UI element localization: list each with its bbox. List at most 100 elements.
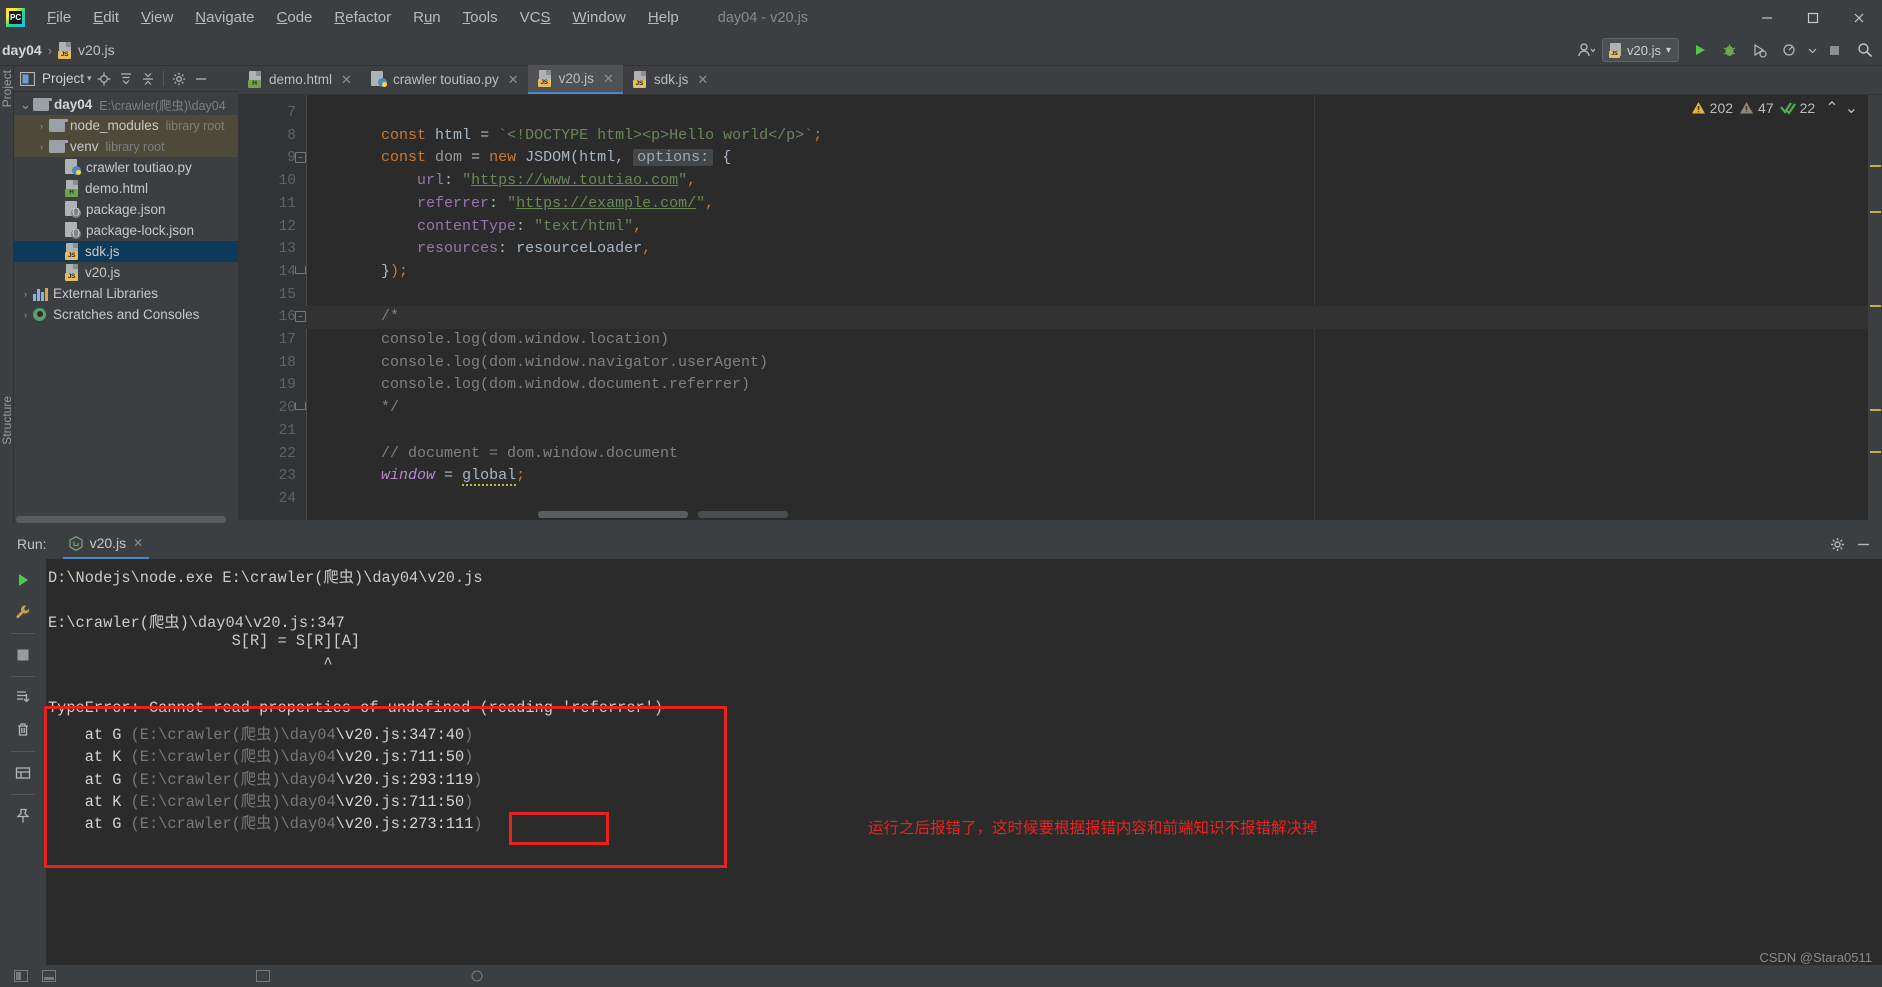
menu-item-tools[interactable]: Tools xyxy=(452,6,509,29)
code-row[interactable] xyxy=(306,397,1882,420)
menu-item-file[interactable]: FFileile xyxy=(36,6,82,29)
code-line-text[interactable]: window = global; xyxy=(381,465,525,488)
code-row[interactable] xyxy=(306,465,1882,488)
code-line-text[interactable]: */ xyxy=(381,397,399,420)
console-line[interactable]: at G (E:\crawler(爬虫)\day04\v20.js:273:11… xyxy=(48,811,483,833)
console-line[interactable]: at K (E:\crawler(爬虫)\day04\v20.js:711:50… xyxy=(48,744,474,766)
code-row[interactable] xyxy=(306,488,1882,511)
maximize-button[interactable] xyxy=(1790,0,1836,35)
code-lines[interactable]: const html = `<!DOCTYPE html><p>Hello wo… xyxy=(306,95,1882,520)
code-fold-icon[interactable] xyxy=(295,402,306,411)
debug-button[interactable] xyxy=(1716,39,1743,62)
disclosure-arrow-icon[interactable]: › xyxy=(18,310,33,320)
console-line[interactable]: ^ xyxy=(48,655,332,673)
code-fold-icon[interactable]: − xyxy=(295,152,306,164)
disclosure-arrow-icon[interactable]: ⌄ xyxy=(18,97,33,113)
console-line[interactable]: at G (E:\crawler(爬虫)\day04\v20.js:347:40… xyxy=(48,722,474,744)
project-chevron-icon[interactable]: ▾ xyxy=(87,73,92,84)
close-icon[interactable]: ✕ xyxy=(603,71,614,87)
project-tree[interactable]: ⌄ day04 E:\crawler(爬虫)\day04 › node_modules l… xyxy=(14,92,238,520)
editor-tab-demo-html[interactable]: Hdemo.html ✕ xyxy=(238,65,361,94)
console-line[interactable]: at K (E:\crawler(爬虫)\day04\v20.js:711:50… xyxy=(48,789,474,811)
profile-dropdown-icon[interactable] xyxy=(1806,39,1818,62)
menu-item-view[interactable]: View xyxy=(130,6,184,29)
disclosure-arrow-icon[interactable]: › xyxy=(34,142,49,152)
status-icon-3[interactable] xyxy=(256,970,270,982)
pin-icon[interactable] xyxy=(8,801,38,831)
layout-icon[interactable] xyxy=(8,758,38,788)
tree-item-external-libraries[interactable]: › External Libraries xyxy=(14,283,238,304)
close-icon[interactable]: ✕ xyxy=(341,72,352,88)
menu-bar[interactable]: FFileile Edit View Navigate Code Refacto… xyxy=(36,6,690,29)
code-row[interactable] xyxy=(306,284,1882,307)
collapse-all-icon[interactable] xyxy=(138,69,158,89)
editor-horizontal-scrollbar-secondary[interactable] xyxy=(698,511,788,518)
code-row[interactable] xyxy=(306,420,1882,443)
menu-item-code[interactable]: Code xyxy=(266,6,324,29)
project-panel-title[interactable]: Project xyxy=(42,71,84,86)
menu-item-edit[interactable]: Edit xyxy=(82,6,130,29)
close-icon[interactable]: ✕ xyxy=(508,72,519,88)
tree-item-package-json[interactable]: {} package.json xyxy=(14,199,238,220)
tree-item-crawler-toutiao-py[interactable]: crawler toutiao.py xyxy=(14,157,238,178)
tree-item-v20-js[interactable]: JS v20.js xyxy=(14,262,238,283)
breadcrumb[interactable]: day04 › JS v20.js xyxy=(2,41,115,59)
editor-tab-v20-js[interactable]: JS v20.js ✕ xyxy=(527,65,623,94)
minimize-button[interactable] xyxy=(1744,0,1790,35)
console-line[interactable]: S[R] = S[R][A] xyxy=(48,632,361,650)
tool-tab-project[interactable]: Project xyxy=(0,70,14,107)
editor-tab-sdk-js[interactable]: JS sdk.js ✕ xyxy=(623,65,717,94)
code-line-text[interactable]: // document = dom.window.document xyxy=(381,443,678,466)
code-fold-icon[interactable]: − xyxy=(295,311,306,323)
close-icon[interactable]: ✕ xyxy=(697,72,708,88)
close-button[interactable] xyxy=(1836,0,1882,35)
run-header-actions[interactable] xyxy=(1826,533,1874,555)
code-row[interactable] xyxy=(306,102,1882,125)
menu-item-run[interactable]: Run xyxy=(402,6,452,29)
code-row[interactable] xyxy=(306,306,1882,329)
breadcrumb-file[interactable]: v20.js xyxy=(78,42,115,58)
trash-icon[interactable] xyxy=(8,715,38,745)
stop-icon[interactable] xyxy=(8,640,38,670)
code-row[interactable] xyxy=(306,261,1882,284)
hide-panel-icon[interactable] xyxy=(191,69,211,89)
editor-gutter[interactable]: 7 8 9−10 11 12 13 14 15 16−17 18 19 20 21 22 23 24 xyxy=(238,95,306,520)
locate-icon[interactable] xyxy=(94,69,114,89)
project-panel-scrollbar[interactable] xyxy=(14,515,238,523)
breadcrumb-project[interactable]: day04 xyxy=(2,42,42,58)
menu-item-help[interactable]: Help xyxy=(637,6,690,29)
tree-item-venv[interactable]: › venv library root xyxy=(14,136,238,157)
menu-item-vcs[interactable]: VCS xyxy=(509,6,562,29)
code-line-text[interactable]: referrer: "https://example.com/", xyxy=(381,193,714,216)
tree-item-sdk-js[interactable]: JS sdk.js xyxy=(14,241,238,262)
code-line-text[interactable]: const dom = new JSDOM(html, options: { xyxy=(381,147,731,170)
gear-icon[interactable] xyxy=(1826,533,1848,555)
tree-item-node-modules[interactable]: › node_modules library root xyxy=(14,115,238,136)
stop-button[interactable] xyxy=(1821,39,1848,62)
menu-item-refactor[interactable]: Refactor xyxy=(323,6,402,29)
status-icon-2[interactable] xyxy=(42,970,56,982)
console-line[interactable]: E:\crawler(爬虫)\day04\v20.js:347 xyxy=(48,610,345,632)
rerun-icon[interactable] xyxy=(8,565,38,595)
editor-tab-crawler-toutiao-py[interactable]: crawler toutiao.py ✕ xyxy=(361,65,528,94)
menu-item-window[interactable]: Window xyxy=(562,6,637,29)
search-icon[interactable] xyxy=(1851,39,1878,62)
tree-item-demo-html[interactable]: Hdemo.html xyxy=(14,178,238,199)
editor-horizontal-scrollbar[interactable] xyxy=(538,511,688,518)
code-line-text[interactable]: console.log(dom.window.navigator.userAge… xyxy=(381,352,768,375)
navbar-actions[interactable]: JS v20.js ▾ xyxy=(1572,38,1878,62)
tree-item-day04[interactable]: ⌄ day04 E:\crawler(爬虫)\day04 xyxy=(14,94,238,115)
console-line[interactable]: TypeError: Cannot read properties of und… xyxy=(48,699,663,717)
editor-marker-gutter[interactable] xyxy=(1868,95,1882,520)
status-icon-1[interactable] xyxy=(14,970,28,982)
status-icon-4[interactable] xyxy=(470,970,484,982)
console-line[interactable]: D:\Nodejs\node.exe E:\crawler(爬虫)\day04\… xyxy=(48,565,483,587)
console-line[interactable]: at G (E:\crawler(爬虫)\day04\v20.js:293:11… xyxy=(48,767,483,789)
tool-tab-structure[interactable]: Structure xyxy=(0,396,14,445)
code-line-text[interactable]: resources: resourceLoader, xyxy=(381,238,651,261)
run-button[interactable] xyxy=(1686,39,1713,62)
code-line-text[interactable]: contentType: "text/html", xyxy=(381,216,642,239)
run-console-output[interactable]: D:\Nodejs\node.exe E:\crawler(爬虫)\day04\… xyxy=(46,559,1882,987)
code-line-text[interactable]: /* xyxy=(381,306,399,329)
gear-icon[interactable] xyxy=(169,69,189,89)
